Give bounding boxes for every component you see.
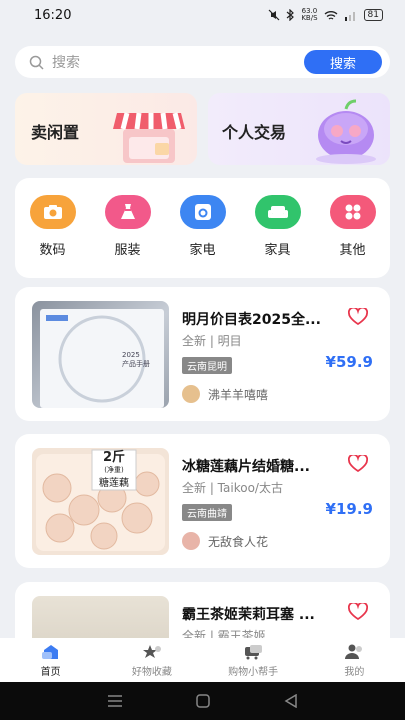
tab-label: 首页: [40, 667, 61, 678]
product-title: 冰糖莲藕片结婚糖...: [182, 459, 310, 475]
category-label: 家具: [264, 243, 291, 258]
mute-icon: [268, 9, 280, 21]
category-appliance[interactable]: 家电: [173, 195, 233, 278]
category-furniture[interactable]: 家具: [248, 195, 308, 278]
shopping-cart-icon: [245, 645, 263, 660]
back-icon[interactable]: [284, 694, 298, 708]
banner-personal-trade[interactable]: 个人交易: [208, 93, 390, 165]
net-speed: 63.0 KB/S: [301, 7, 318, 22]
product-price: ¥19.9: [325, 500, 373, 518]
seller-avatar: [182, 532, 200, 550]
dress-icon: [104, 195, 151, 229]
category-label: 其他: [339, 243, 366, 258]
shop-stall-icon: [113, 112, 185, 163]
grid-icon: [329, 195, 376, 229]
tab-profile[interactable]: 我的: [304, 638, 405, 682]
product-price: ¥59.9: [325, 353, 373, 371]
tab-favorites[interactable]: 好物收藏: [101, 638, 202, 682]
product-image-caption: 2斤: [102, 450, 126, 465]
bottom-tab-bar: 首页 好物收藏 购物小帮手 我的: [0, 638, 405, 682]
location-tag: 云南昆明: [182, 357, 232, 374]
product-image: 2斤 (净重) 糖莲藕: [32, 448, 169, 555]
product-image-caption: 糖莲藕: [99, 478, 129, 489]
star-icon: [142, 645, 161, 658]
camera-icon: [29, 195, 76, 229]
favorite-heart-icon[interactable]: [348, 603, 368, 621]
tab-home[interactable]: 首页: [0, 638, 101, 682]
bluetooth-icon: [286, 9, 295, 21]
search-bar[interactable]: 搜索 搜索: [15, 46, 390, 78]
banner-sell-idle[interactable]: 卖闲置: [15, 93, 197, 165]
battery-indicator: 81: [363, 9, 383, 21]
sofa-icon: [254, 195, 301, 229]
tab-label: 好物收藏: [131, 667, 172, 678]
user-icon: [345, 644, 363, 659]
status-icons: 63.0 KB/S 81: [268, 8, 383, 22]
category-label: 家电: [189, 243, 216, 258]
seller-name: 无敌食人花: [208, 534, 269, 549]
washing-machine-icon: [179, 195, 226, 229]
product-title: 霸王茶姬茉莉耳塞 ...: [182, 607, 315, 623]
search-button[interactable]: 搜索: [304, 50, 382, 74]
category-digital[interactable]: 数码: [23, 195, 83, 278]
product-card[interactable]: 2025 产品手册 明月价目表2025全... 全新 | 明目 云南昆明 ¥59…: [15, 287, 390, 421]
home-square-icon[interactable]: [196, 694, 211, 708]
seller-info[interactable]: 沸羊羊嘻嘻: [182, 385, 268, 403]
seller-avatar: [182, 385, 200, 403]
product-title: 明月价目表2025全...: [182, 312, 321, 328]
seller-info[interactable]: 无敌食人花: [182, 532, 268, 550]
product-card[interactable]: 2斤 (净重) 糖莲藕 冰糖莲藕片结婚糖... 全新 | Taikoo/太古 云…: [15, 434, 390, 568]
mascot-character-icon: [316, 99, 376, 164]
home-icon: [41, 645, 58, 659]
signal-icon: [344, 11, 355, 21]
menu-icon[interactable]: [107, 695, 123, 707]
product-condition: 全新 | Taikoo/太古: [182, 481, 283, 495]
seller-name: 沸羊羊嘻嘻: [208, 387, 269, 402]
system-navigation-bar: [0, 682, 405, 720]
product-image: 2025 产品手册: [32, 301, 169, 408]
category-panel: 数码 服装 家电 家具 其他: [15, 178, 390, 278]
status-time: 16:20: [34, 7, 72, 23]
search-icon: [29, 55, 44, 70]
wifi-icon: [324, 10, 337, 20]
location-tag: 云南曲靖: [182, 504, 232, 521]
tab-shopping-helper[interactable]: 购物小帮手: [203, 638, 304, 682]
search-input[interactable]: 搜索: [52, 52, 304, 72]
category-clothing[interactable]: 服装: [98, 195, 158, 278]
tab-label: 我的: [344, 667, 365, 678]
product-image-caption: 2025 产品手册: [122, 351, 150, 368]
banner-label: 卖闲置: [31, 123, 80, 142]
favorite-heart-icon[interactable]: [348, 308, 368, 326]
favorite-heart-icon[interactable]: [348, 455, 368, 473]
tab-label: 购物小帮手: [228, 667, 279, 678]
category-other[interactable]: 其他: [323, 195, 383, 278]
category-label: 数码: [39, 243, 66, 258]
product-condition: 全新 | 明目: [182, 334, 242, 348]
category-label: 服装: [114, 243, 141, 258]
status-bar: 16:20 63.0 KB/S 81: [0, 0, 405, 30]
banner-label: 个人交易: [222, 123, 287, 142]
